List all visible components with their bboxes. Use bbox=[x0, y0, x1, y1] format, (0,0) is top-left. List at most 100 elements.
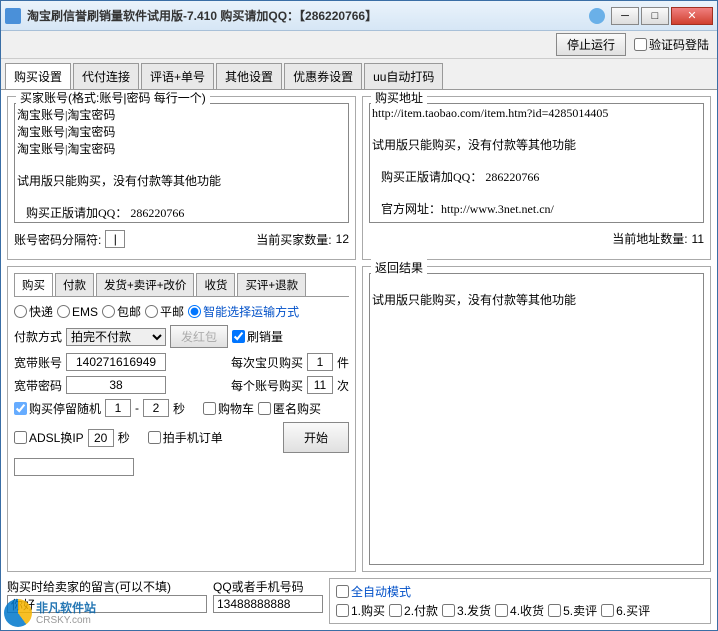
auto-mode-group: 全自动模式 1.购买 2.付款 3.发货 4.收货 5.卖评 6.买评 bbox=[329, 578, 711, 624]
bb-acct-label: 宽带账号 bbox=[14, 354, 62, 371]
globe-icon bbox=[589, 8, 605, 24]
radio-ems[interactable]: EMS bbox=[57, 305, 98, 319]
start-button[interactable]: 开始 bbox=[283, 422, 349, 453]
auto-steps-row: 1.购买 2.付款 3.发货 4.收货 5.卖评 6.买评 bbox=[336, 602, 704, 619]
stay-random-row: 购买停留随机 - 秒 购物车 匿名购买 bbox=[14, 399, 349, 417]
captcha-login-label: 验证码登陆 bbox=[649, 36, 709, 53]
step6[interactable]: 6.买评 bbox=[601, 602, 650, 619]
bb-acct-input[interactable] bbox=[66, 353, 166, 371]
tab-uu-auto-captcha[interactable]: uu自动打码 bbox=[364, 63, 443, 89]
per-acct-input[interactable] bbox=[307, 376, 333, 394]
window-title: 淘宝刷信誉刷销量软件试用版-7.410 购买请加QQ：【286220766】 bbox=[27, 7, 589, 24]
dash: - bbox=[135, 401, 139, 415]
separator-input[interactable] bbox=[105, 230, 125, 248]
shipping-row: 快递 EMS 包邮 平邮 智能选择运输方式 bbox=[14, 303, 349, 320]
buyer-count-value: 12 bbox=[336, 232, 349, 246]
action-subtabs: 购买 付款 发货+卖评+改价 收货 买评+退款 bbox=[14, 273, 349, 297]
buyer-count-label: 当前买家数量: bbox=[256, 231, 331, 248]
broadband-acct-row: 宽带账号 每次宝贝购买 件 bbox=[14, 353, 349, 371]
purchase-url-group: 购买地址 http://item.taobao.com/item.htm?id=… bbox=[362, 96, 711, 260]
tab-buy-settings[interactable]: 购买设置 bbox=[5, 63, 71, 89]
radio-free-ship[interactable]: 包邮 bbox=[102, 303, 141, 320]
stop-run-button[interactable]: 停止运行 bbox=[556, 33, 626, 56]
step1[interactable]: 1.购买 bbox=[336, 602, 385, 619]
top-toolbar: 停止运行 验证码登陆 bbox=[1, 31, 717, 59]
captcha-login-input[interactable] bbox=[634, 38, 647, 51]
stay-min-input[interactable] bbox=[105, 399, 131, 417]
adsl-unit: 秒 bbox=[118, 429, 130, 446]
lower-row: 购买 付款 发货+卖评+改价 收货 买评+退款 快递 EMS 包邮 平邮 智能选… bbox=[7, 266, 711, 572]
subtab-receive[interactable]: 收货 bbox=[196, 273, 235, 296]
buyer-accounts-textarea[interactable]: 淘宝账号|淘宝密码 淘宝账号|淘宝密码 淘宝账号|淘宝密码 试用版只能购买，没有… bbox=[14, 103, 349, 223]
send-redpacket-button[interactable]: 发红包 bbox=[170, 325, 228, 348]
bb-pwd-label: 宽带密码 bbox=[14, 377, 62, 394]
window-controls: ─ □ ✕ bbox=[611, 7, 713, 25]
subtab-ship-review-price[interactable]: 发货+卖评+改价 bbox=[96, 273, 194, 296]
step4[interactable]: 4.收货 bbox=[495, 602, 544, 619]
extra-input-row bbox=[14, 458, 349, 476]
per-item-label: 每次宝贝购买 bbox=[231, 354, 303, 371]
radio-express[interactable]: 快递 bbox=[14, 303, 53, 320]
action-panel: 购买 付款 发货+卖评+改价 收货 买评+退款 快递 EMS 包邮 平邮 智能选… bbox=[7, 266, 356, 572]
stay-max-input[interactable] bbox=[143, 399, 169, 417]
pay-method-select[interactable]: 拍完不付款 bbox=[66, 328, 166, 346]
pay-method-label: 付款方式 bbox=[14, 328, 62, 345]
per-acct-unit: 次 bbox=[337, 377, 349, 394]
auto-mode-checkbox[interactable]: 全自动模式 bbox=[336, 583, 704, 600]
extra-input[interactable] bbox=[14, 458, 134, 476]
result-title: 返回结果 bbox=[371, 259, 427, 276]
close-button[interactable]: ✕ bbox=[671, 7, 713, 25]
cart-checkbox[interactable]: 购物车 bbox=[203, 400, 254, 417]
radio-smart-ship[interactable]: 智能选择运输方式 bbox=[188, 303, 299, 320]
main-content: 买家账号(格式:账号|密码 每行一个) 淘宝账号|淘宝密码 淘宝账号|淘宝密码 … bbox=[1, 90, 717, 630]
tab-review-order[interactable]: 评语+单号 bbox=[141, 63, 214, 89]
purchase-url-textarea[interactable]: http://item.taobao.com/item.htm?id=42850… bbox=[369, 103, 704, 223]
qq-col: QQ或者手机号码 bbox=[213, 578, 323, 624]
minimize-button[interactable]: ─ bbox=[611, 7, 639, 25]
url-count-value: 11 bbox=[692, 232, 704, 246]
bottom-row: 购买时给卖家的留言(可以不填) QQ或者手机号码 全自动模式 1.购买 2.付款… bbox=[7, 578, 711, 624]
brush-sales-checkbox[interactable]: 刷销量 bbox=[232, 328, 283, 345]
radio-surface[interactable]: 平邮 bbox=[145, 303, 184, 320]
mobile-order-checkbox[interactable]: 拍手机订单 bbox=[148, 429, 223, 446]
step2[interactable]: 2.付款 bbox=[389, 602, 438, 619]
url-count-label: 当前地址数量: bbox=[612, 230, 687, 247]
subtab-rate-refund[interactable]: 买评+退款 bbox=[237, 273, 306, 296]
per-item-input[interactable] bbox=[307, 353, 333, 371]
app-icon bbox=[5, 8, 21, 24]
result-group: 返回结果 试用版只能购买，没有付款等其他功能 bbox=[362, 266, 711, 572]
adsl-checkbox[interactable]: ADSL换IP bbox=[14, 429, 84, 446]
qq-input[interactable] bbox=[213, 595, 323, 613]
step3[interactable]: 3.发货 bbox=[442, 602, 491, 619]
captcha-login-checkbox[interactable]: 验证码登陆 bbox=[634, 36, 709, 53]
message-label: 购买时给卖家的留言(可以不填) bbox=[7, 578, 171, 595]
watermark: 非凡软件站CRSKY.com bbox=[4, 599, 96, 627]
tab-other-settings[interactable]: 其他设置 bbox=[216, 63, 282, 89]
pay-method-row: 付款方式 拍完不付款 发红包 刷销量 bbox=[14, 325, 349, 348]
maximize-button[interactable]: □ bbox=[641, 7, 669, 25]
tab-coupon-settings[interactable]: 优惠券设置 bbox=[284, 63, 362, 89]
bb-pwd-input[interactable] bbox=[66, 376, 166, 394]
step5[interactable]: 5.卖评 bbox=[548, 602, 597, 619]
buyer-accounts-title: 买家账号(格式:账号|密码 每行一个) bbox=[16, 90, 210, 106]
main-tabs: 购买设置 代付连接 评语+单号 其他设置 优惠券设置 uu自动打码 bbox=[1, 59, 717, 90]
upper-row: 买家账号(格式:账号|密码 每行一个) 淘宝账号|淘宝密码 淘宝账号|淘宝密码 … bbox=[7, 96, 711, 260]
per-acct-label: 每个账号购买 bbox=[231, 377, 303, 394]
titlebar: 淘宝刷信誉刷销量软件试用版-7.410 购买请加QQ：【286220766】 ─… bbox=[1, 1, 717, 31]
subtab-buy[interactable]: 购买 bbox=[14, 273, 53, 296]
stay-unit: 秒 bbox=[173, 400, 185, 417]
separator-label: 账号密码分隔符: bbox=[14, 231, 101, 248]
adsl-row: ADSL换IP 秒 拍手机订单 开始 bbox=[14, 422, 349, 453]
tab-proxy-link[interactable]: 代付连接 bbox=[73, 63, 139, 89]
buyer-accounts-group: 买家账号(格式:账号|密码 每行一个) 淘宝账号|淘宝密码 淘宝账号|淘宝密码 … bbox=[7, 96, 356, 260]
broadband-pwd-row: 宽带密码 每个账号购买 次 bbox=[14, 376, 349, 394]
adsl-sec-input[interactable] bbox=[88, 429, 114, 447]
watermark-text: 非凡软件站CRSKY.com bbox=[36, 600, 96, 626]
result-textarea[interactable]: 试用版只能购买，没有付款等其他功能 bbox=[369, 273, 704, 565]
watermark-icon bbox=[4, 599, 32, 627]
subtab-pay[interactable]: 付款 bbox=[55, 273, 94, 296]
separator-row: 账号密码分隔符: 当前买家数量: 12 bbox=[14, 230, 349, 248]
url-count-row: 当前地址数量: 11 bbox=[369, 230, 704, 247]
anon-buy-checkbox[interactable]: 匿名购买 bbox=[258, 400, 321, 417]
stay-random-checkbox[interactable]: 购买停留随机 bbox=[14, 400, 101, 417]
